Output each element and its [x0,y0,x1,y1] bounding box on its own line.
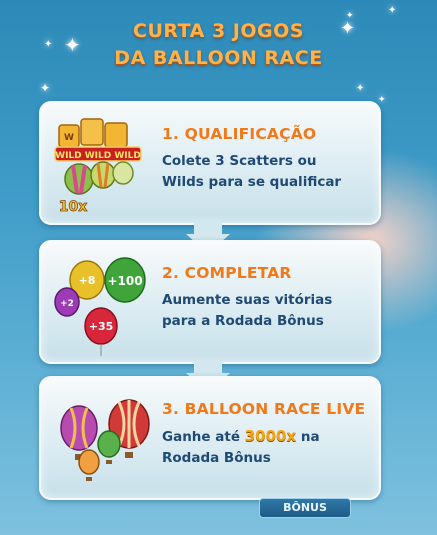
svg-text:+8: +8 [79,274,96,287]
sparkle-icon: ✦ [40,81,51,95]
title-line-1: CURTA 3 JOGOS [133,20,304,42]
title-line-2: DA BALLOON RACE [114,47,323,69]
step-description: Ganhe até 3000x na Rodada Bônus [162,426,372,469]
svg-text:+35: +35 [89,320,114,333]
page-title: CURTA 3 JOGOS DA BALLOON RACE [0,18,437,72]
description-line: Colete 3 Scatters ou [162,153,317,169]
description-line: Ganhe até 3000x na [162,426,372,448]
description-line: Aumente suas vitórias [162,292,333,308]
max-multiplier-badge: 3000x [244,427,297,445]
multiplier-label: 10x [59,199,88,215]
description-line: para a Rodada Bônus [162,313,324,329]
sparkle-icon: ✦ [388,5,397,16]
svg-text:+100: +100 [107,274,142,288]
description-line: Rodada Bônus [162,450,271,466]
description-prefix: Ganhe até [162,429,240,445]
step-heading: 2. COMPLETAR [162,264,292,282]
step-heading: 3. BALLOON RACE LIVE [162,400,366,418]
sparkle-icon: ✦ [378,95,386,105]
step-card-complete: +8 +100 +2 +35 2. COMPLETAR Aumente suas… [39,240,381,364]
wild-label: WILD WILD WILD [55,151,141,161]
description-suffix: na [300,429,320,445]
step-heading: 1. QUALIFICAÇÃO [162,125,317,143]
sparkle-icon: ✦ [356,83,365,94]
svg-text:+2: +2 [60,299,74,309]
step-card-qualification: W WILD WILD WILD 10x 1. QUALIFICAÇÃO Col… [39,101,381,225]
description-line: Wilds para se qualificar [162,174,342,190]
bonus-balloons-icon: +8 +100 +2 +35 [54,257,146,356]
step-description: Aumente suas vitórias para a Rodada Bônu… [162,290,372,332]
wild-scatter-icon: W WILD WILD WILD 10x [54,118,142,215]
step-card-balloon-race-live: 3. BALLOON RACE LIVE Ganhe até 3000x na … [39,376,381,500]
svg-text:W: W [64,133,74,143]
step-description: Colete 3 Scatters ou Wilds para se quali… [162,151,372,193]
hot-air-balloons-icon [60,399,150,481]
bonus-button[interactable]: BÔNUS [259,498,351,518]
